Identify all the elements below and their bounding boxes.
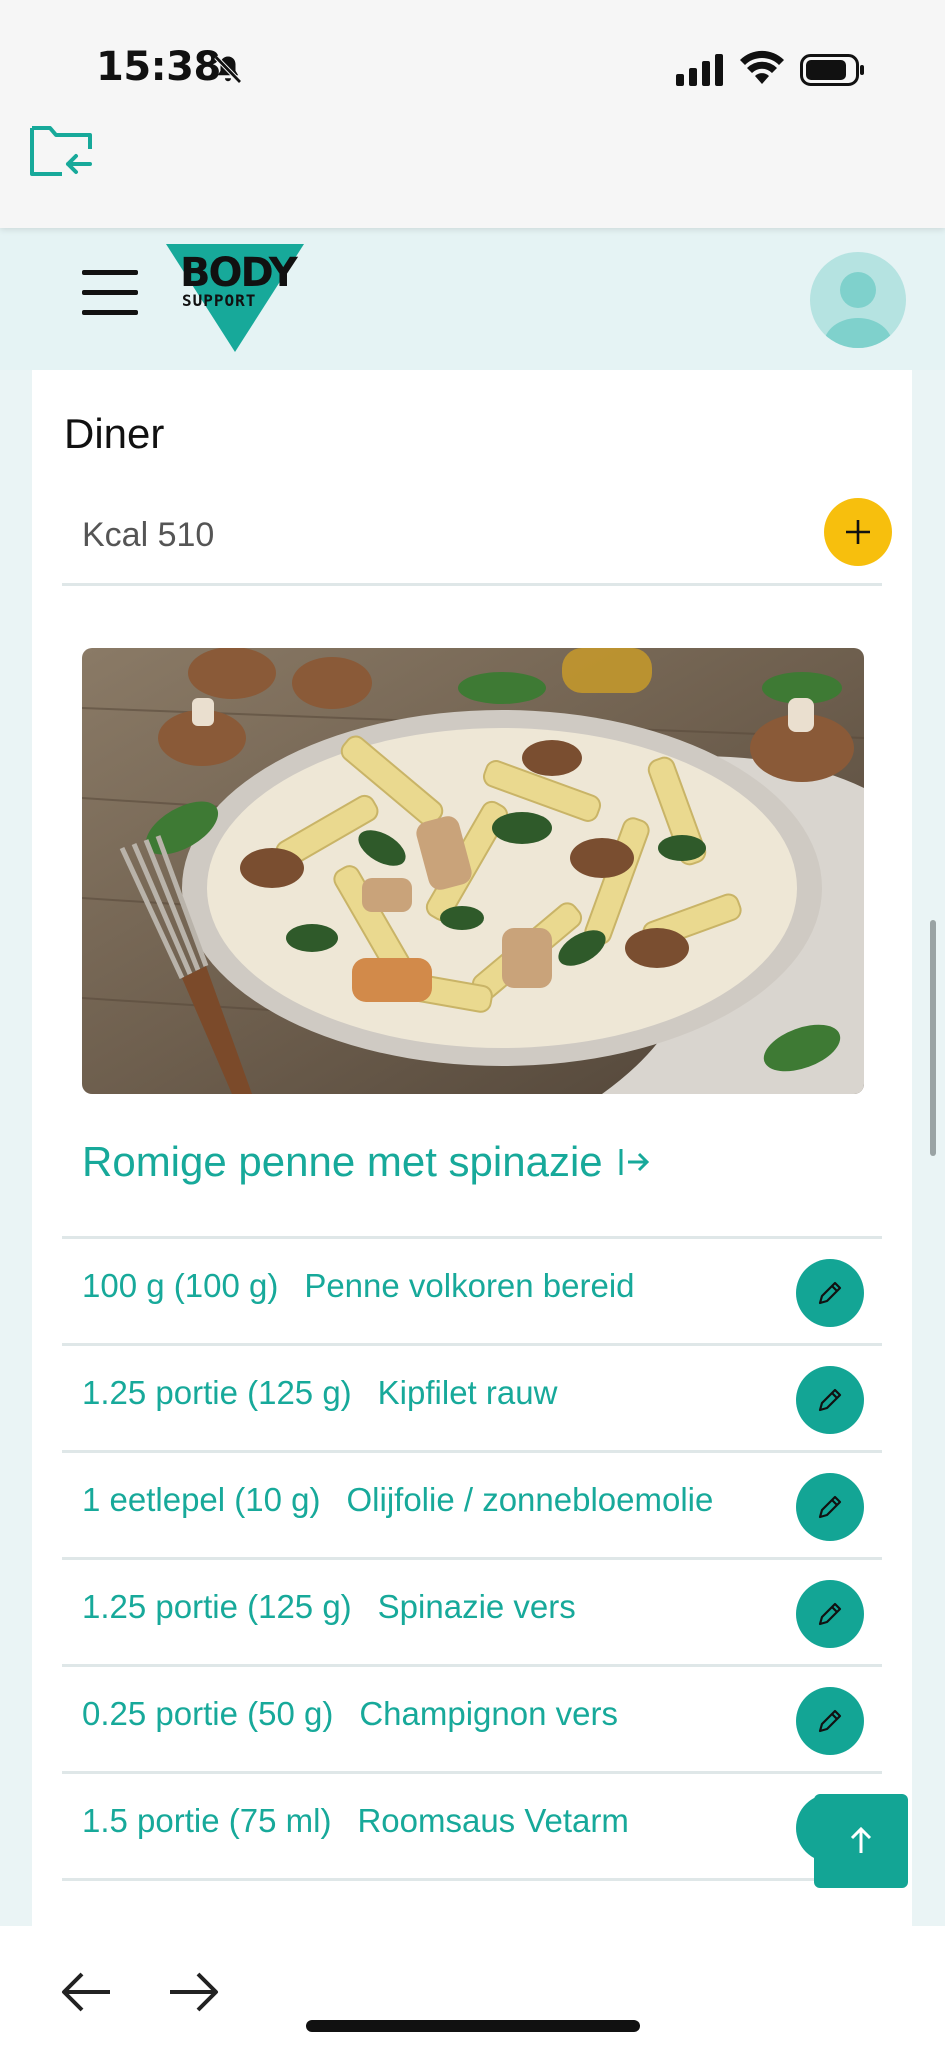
ingredient-name: Olijfolie / zonnebloemolie — [346, 1481, 714, 1518]
ingredient-row[interactable]: 1.5 portie (75 ml) Roomsaus Vetarm — [62, 1774, 882, 1881]
ingredient-quantity: 1.5 portie (75 ml) — [82, 1802, 332, 1839]
wifi-icon — [740, 50, 784, 84]
meal-title: Diner — [64, 410, 165, 457]
ingredient-row[interactable]: 1.25 portie (125 g) Kipfilet rauw — [62, 1346, 882, 1453]
pencil-icon — [818, 1709, 842, 1733]
edit-ingredient-button[interactable] — [796, 1473, 864, 1541]
body-support-logo[interactable]: BODY SUPPORT — [166, 242, 304, 354]
ingredient-name: Penne volkoren bereid — [304, 1267, 635, 1304]
ingredient-text: 1.25 portie (125 g) Spinazie vers — [82, 1580, 772, 1633]
ingredient-quantity: 1.25 portie (125 g) — [82, 1374, 352, 1411]
arrow-up-icon — [850, 1826, 872, 1853]
edit-ingredient-button[interactable] — [796, 1366, 864, 1434]
back-arrow-icon[interactable] — [58, 1970, 114, 2014]
ingredient-quantity: 1 eetlepel (10 g) — [82, 1481, 321, 1518]
edit-ingredient-button[interactable] — [796, 1580, 864, 1648]
site-header: BODY SUPPORT — [0, 228, 945, 370]
ingredient-row[interactable]: 1.25 portie (125 g) Spinazie vers — [62, 1560, 882, 1667]
ingredient-quantity: 0.25 portie (50 g) — [82, 1695, 334, 1732]
pencil-icon — [818, 1495, 842, 1519]
ingredient-text: 1.5 portie (75 ml) Roomsaus Vetarm — [82, 1794, 772, 1847]
ingredient-row[interactable]: 0.25 portie (50 g) Champignon vers — [62, 1667, 882, 1774]
meal-card: Diner Kcal 510 Romige penne met spinazie… — [32, 358, 912, 1938]
bell-off-icon — [214, 55, 242, 84]
hamburger-menu-icon[interactable] — [82, 270, 138, 318]
add-food-button[interactable] — [824, 498, 892, 566]
edit-ingredient-button[interactable] — [796, 1687, 864, 1755]
recipe-title: Romige penne met spinazie — [82, 1138, 603, 1185]
ingredient-text: 1 eetlepel (10 g) Olijfolie / zonnebloemo… — [82, 1473, 772, 1526]
status-bar: 15:38 — [0, 0, 945, 228]
kcal-label: Kcal 510 — [82, 516, 215, 554]
pencil-icon — [818, 1281, 842, 1305]
battery-icon — [800, 54, 864, 86]
open-link-arrow-icon — [619, 1149, 649, 1175]
creamy-penne-dish-photo — [82, 648, 864, 1094]
logo-text-bottom: SUPPORT — [182, 291, 256, 310]
signal-icon — [676, 54, 723, 86]
ingredient-row[interactable]: 1 eetlepel (10 g) Olijfolie / zonnebloemo… — [62, 1453, 882, 1560]
ingredient-name: Spinazie vers — [377, 1588, 576, 1625]
scroll-to-top-button[interactable] — [814, 1794, 908, 1888]
browser-bottom-bar — [0, 1926, 945, 2048]
ingredient-text: 100 g (100 g) Penne volkoren bereid — [82, 1259, 772, 1312]
ingredient-text: 1.25 portie (125 g) Kipfilet rauw — [82, 1366, 772, 1419]
ingredient-row[interactable]: 100 g (100 g) Penne volkoren bereid — [62, 1239, 882, 1346]
home-indicator — [306, 2020, 640, 2032]
forward-arrow-icon[interactable] — [166, 1970, 222, 2014]
status-time: 15:38 — [96, 44, 221, 90]
user-avatar-icon[interactable] — [810, 252, 906, 348]
logo-text-top: BODY — [180, 250, 299, 296]
ingredient-name: Kipfilet rauw — [377, 1374, 558, 1411]
ingredient-list: 100 g (100 g) Penne volkoren bereid 1.25 … — [62, 1236, 882, 1881]
ingredient-quantity: 100 g (100 g) — [82, 1267, 279, 1304]
ingredient-text: 0.25 portie (50 g) Champignon vers — [82, 1687, 772, 1740]
edit-ingredient-button[interactable] — [796, 1259, 864, 1327]
ingredient-name: Champignon vers — [359, 1695, 618, 1732]
folder-return-icon[interactable] — [28, 122, 96, 180]
pencil-icon — [818, 1602, 842, 1626]
pencil-icon — [818, 1388, 842, 1412]
scroll-indicator — [930, 920, 936, 1156]
ingredient-quantity: 1.25 portie (125 g) — [82, 1588, 352, 1625]
ingredient-name: Roomsaus Vetarm — [357, 1802, 629, 1839]
recipe-link[interactable]: Romige penne met spinazie — [82, 1138, 651, 1186]
kcal-row: Kcal 510 — [62, 488, 892, 586]
plus-icon — [846, 520, 870, 544]
